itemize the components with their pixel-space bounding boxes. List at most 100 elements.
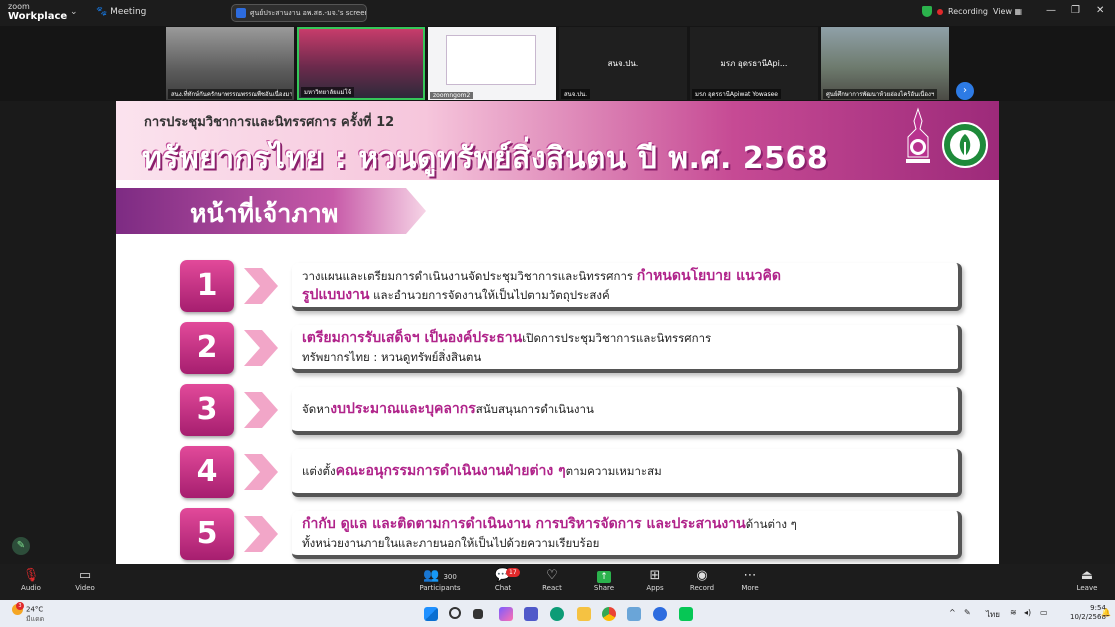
zoom-app-icon[interactable] <box>653 607 667 621</box>
item-number-badge: 2 <box>180 322 234 374</box>
item-text: วางแผนและเตรียมการดำเนินงานจัดประชุมวิชา… <box>302 269 637 283</box>
chevron-right-icon <box>244 516 278 552</box>
participants-icon: 👥 300 <box>423 568 457 583</box>
share-button[interactable]: ↑ Share <box>579 568 629 592</box>
close-icon[interactable]: ✕ <box>1096 5 1104 16</box>
chat-label: Chat <box>494 584 512 592</box>
duty-item: 1 วางแผนและเตรียมการดำเนินงานจัดประชุมวิ… <box>180 260 962 315</box>
participant-caption: มรภ อุดรธานีApiwat Yowasee <box>692 89 781 99</box>
item-number-badge: 1 <box>180 260 234 312</box>
annotate-pen-icon[interactable]: ✎ <box>12 537 30 555</box>
restore-icon[interactable]: ❐ <box>1071 5 1080 16</box>
participant-caption: สนจ.ปน. <box>561 89 591 99</box>
chevron-down-icon[interactable]: ⌄ <box>70 7 78 17</box>
file-explorer-icon[interactable] <box>577 607 591 621</box>
item-text-box: จัดหา งบประมาณและบุคลากร สนับสนุนการดำเนิน… <box>292 387 962 435</box>
video-camera-icon: ▭ <box>78 568 92 583</box>
audio-button[interactable]: 🎙 Audio <box>6 568 56 592</box>
screen-share-indicator[interactable]: ศูนย์ประสานงาน อพ.สธ.-มจ.'s screen ⊙ <box>231 4 367 22</box>
shared-slide: การประชุมวิชาการและนิทรรศการ ครั้งที่ 12… <box>116 101 999 564</box>
participant-name: สนจ.ปน. <box>607 59 639 68</box>
chevron-right-icon <box>244 330 278 366</box>
item-text: สนับสนุนการดำเนินงาน <box>475 401 594 416</box>
participant-tile[interactable]: สนง.ที่ทักษ์กันครักษาพรรณพรรณพืชอันเนื่อ… <box>166 27 294 100</box>
tray-overflow-icon[interactable]: ^ <box>949 608 956 617</box>
weather-condition: มีแดด <box>26 615 45 623</box>
apps-icon: ⊞ <box>649 568 661 583</box>
teams-icon[interactable] <box>524 607 538 621</box>
apps-label: Apps <box>646 584 664 592</box>
participant-tile[interactable]: มรภ อุดรธานีApi... มรภ อุดรธานีApiwat Yo… <box>690 27 818 100</box>
task-view-icon[interactable] <box>473 609 483 619</box>
participant-tile[interactable]: zoomngom2 <box>428 27 556 100</box>
logo-bottom-text: Workplace <box>8 11 68 22</box>
meeting-menu[interactable]: 🐾 Meeting <box>96 7 146 17</box>
react-heart-icon: ♡ <box>546 568 558 583</box>
search-icon[interactable] <box>449 607 461 619</box>
meeting-label: Meeting <box>110 7 147 17</box>
item-text: ทรัพยากรไทย : หวนดูทรัพย์สิ่งสินตน <box>302 350 482 364</box>
section-heading-text: หน้าที่เจ้าภาพ <box>190 199 339 228</box>
leave-label: Leave <box>1076 584 1098 592</box>
copilot-icon[interactable] <box>499 607 513 621</box>
pen-menu-icon[interactable]: ✎ <box>964 608 971 617</box>
shared-document-thumbnail <box>446 35 536 85</box>
photos-icon[interactable] <box>627 607 641 621</box>
participant-caption: ศูนย์ศึกษาการพัฒนาห้วยฮ่องไคร้อันเนื่องฯ <box>823 89 938 99</box>
chat-icon: 💬 <box>494 568 512 583</box>
input-language[interactable]: ไทย <box>986 608 1000 621</box>
duty-item: 2 เตรียมการรับเสด็จฯ เป็นองค์ประธานเปิดก… <box>180 322 962 377</box>
apps-button[interactable]: ⊞ Apps <box>630 568 680 592</box>
share-app-icon <box>236 8 246 18</box>
volume-icon[interactable]: ◂) <box>1024 608 1031 617</box>
leave-icon: ⏏ <box>1080 568 1094 583</box>
item-text: และอำนวยการจัดงานให้เป็นไปตามวัตถุประสงค… <box>369 288 610 302</box>
recording-label: Recording <box>948 7 989 16</box>
zoom-title-bar: zoom Workplace ⌄ 🐾 Meeting ศูนย์ประสานงา… <box>0 0 1115 26</box>
item-highlight: รูปแบบงาน <box>302 287 370 303</box>
recording-indicator[interactable]: Recording <box>922 6 988 17</box>
share-label: Share <box>593 584 615 592</box>
view-label: View <box>993 7 1012 16</box>
windows-taskbar: 24°C 3 มีแดด ^ ✎ ไทย ≋ ◂) ▭ 9:54 10/2/25… <box>0 600 1115 627</box>
video-button[interactable]: ▭ Video <box>60 568 110 592</box>
line-app-icon[interactable] <box>679 607 693 621</box>
wifi-icon[interactable]: ≋ <box>1010 608 1017 617</box>
item-highlight: คณะอนุกรรมการดำเนินงานฝ่ายต่าง ๆ <box>335 462 566 479</box>
video-label: Video <box>75 584 95 592</box>
participant-caption: มหาวิทยาลัยแม่โจ้ <box>301 87 355 97</box>
participant-tile[interactable]: มหาวิทยาลัยแม่โจ้ <box>297 27 425 100</box>
more-button[interactable]: ⋯ More <box>725 568 775 592</box>
minimize-icon[interactable]: — <box>1046 5 1056 16</box>
leave-button[interactable]: ⏏ Leave <box>1062 568 1112 592</box>
item-highlight: กำกับ ดูแล และติดตามการดำเนินงาน การบริห… <box>302 516 746 532</box>
react-button[interactable]: ♡ React <box>527 568 577 592</box>
item-text-box: แต่งตั้ง คณะอนุกรรมการดำเนินงานฝ่ายต่าง ๆ… <box>292 449 962 497</box>
participants-button[interactable]: 👥 300 Participants <box>415 568 465 592</box>
chevron-right-icon <box>244 454 278 490</box>
record-button[interactable]: ◉ Record <box>677 568 727 592</box>
chat-button[interactable]: 💬 Chat <box>478 568 528 592</box>
record-icon: ◉ <box>696 568 708 583</box>
next-page-icon[interactable]: › <box>956 82 974 100</box>
view-button[interactable]: View ▦ <box>993 7 1022 16</box>
share-screen-icon: ↑ <box>579 568 629 584</box>
battery-icon[interactable]: ▭ <box>1040 608 1048 617</box>
item-highlight: งบประมาณและบุคลากร <box>330 400 476 417</box>
participant-tile[interactable]: สนจ.ปน. สนจ.ปน. <box>559 27 687 100</box>
notification-bell-icon[interactable]: 🔔 <box>1101 608 1111 617</box>
chrome-icon[interactable] <box>602 607 616 621</box>
slide-banner: การประชุมวิชาการและนิทรรศการ ครั้งที่ 12… <box>116 101 999 180</box>
more-label: More <box>741 584 759 592</box>
item-number-badge: 5 <box>180 508 234 560</box>
windows-start-icon[interactable] <box>424 607 438 621</box>
edge-browser-icon[interactable] <box>550 607 564 621</box>
participant-tile[interactable]: ศูนย์ศึกษาการพัฒนาห้วยฮ่องไคร้อันเนื่องฯ <box>821 27 949 100</box>
participant-strip: สนง.ที่ทักษ์กันครักษาพรรณพรรณพืชอันเนื่อ… <box>0 26 1115 101</box>
zoom-logo[interactable]: zoom Workplace <box>8 2 67 22</box>
item-number-badge: 3 <box>180 384 234 436</box>
item-highlight: เตรียมการรับเสด็จฯ เป็นองค์ประธาน <box>302 330 523 346</box>
weather-widget[interactable]: 24°C 3 มีแดด <box>12 602 45 624</box>
weather-badge: 3 <box>16 602 24 610</box>
chat-unread-badge: 17 <box>506 568 520 577</box>
